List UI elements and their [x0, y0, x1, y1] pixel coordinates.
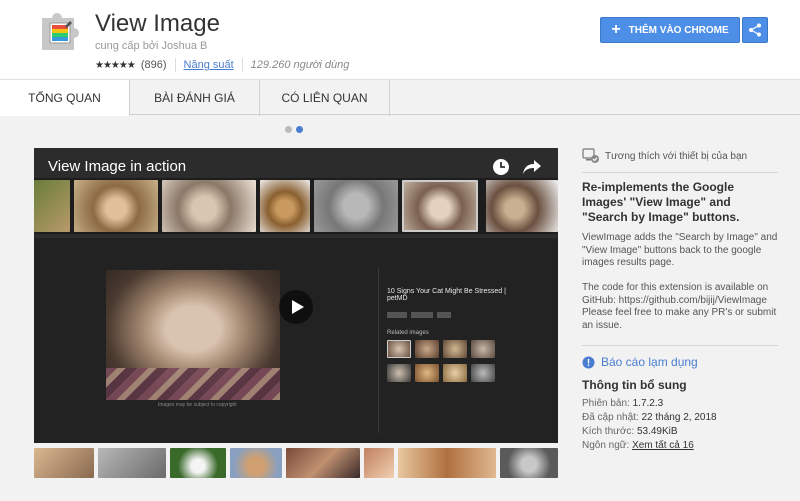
carousel-dot-2[interactable]	[296, 126, 303, 133]
share-video-icon[interactable]	[522, 158, 542, 176]
share-button[interactable]	[742, 17, 768, 43]
copyright-caption: Images may be subject to copyright	[158, 402, 237, 408]
category-link[interactable]: Năng suất	[184, 59, 234, 71]
device-check-icon	[582, 148, 599, 163]
additional-info-heading: Thông tin bổ sung	[582, 378, 687, 392]
user-count: 129.260 người dùng	[250, 59, 350, 71]
result-card: 10 Signs Your Cat Might Be Stressed | pe…	[378, 268, 528, 433]
languages-link[interactable]: Xem tất cả 16	[632, 440, 694, 451]
image-strip	[34, 178, 558, 234]
video-preview[interactable]: View Image in action Images may be subje…	[34, 148, 558, 443]
share-icon	[749, 23, 761, 37]
report-abuse-label: Báo cáo lạm dụng	[601, 355, 698, 369]
report-abuse-link[interactable]: Báo cáo lạm dụng	[582, 355, 698, 369]
divider	[582, 172, 778, 173]
puzzle-logo-icon	[42, 13, 79, 50]
add-to-chrome-button[interactable]: + THÊM VÀO CHROME	[600, 17, 740, 43]
updated-value: 22 tháng 2, 2018	[641, 412, 717, 423]
carousel-dot-1[interactable]	[285, 126, 292, 133]
divider	[241, 58, 243, 72]
divider	[174, 58, 176, 72]
offered-by: cung cấp bởi Joshua B	[95, 40, 208, 52]
related-label: Related images	[387, 330, 429, 336]
blanket-image	[106, 368, 280, 400]
tab-reviews[interactable]: BÀI ĐÁNH GIÁ	[130, 80, 260, 116]
extension-title: View Image	[95, 10, 220, 37]
updated-label: Đã cập nhật:	[582, 412, 639, 423]
watch-later-icon[interactable]	[492, 158, 510, 176]
extension-header: View Image cung cấp bởi Joshua B ★★★★★ (…	[0, 0, 800, 80]
version-label: Phiên bản:	[582, 398, 630, 409]
description-2: The code for this extension is available…	[582, 282, 777, 331]
rating-count[interactable]: (896)	[141, 59, 167, 71]
description-1: ViewImage adds the "Search by Image" and…	[582, 232, 778, 268]
result-title: 10 Signs Your Cat Might Be Stressed | pe…	[387, 288, 506, 302]
tab-related[interactable]: CÓ LIÊN QUAN	[260, 80, 390, 116]
compatibility-note: Tương thích với thiết bị của bạn	[582, 148, 747, 164]
version-value: 1.7.2.3	[632, 398, 664, 409]
tab-overview[interactable]: TỔNG QUAN	[0, 80, 130, 116]
language-label: Ngôn ngữ:	[582, 440, 630, 451]
meta-row: ★★★★★ (896) Năng suất 129.260 người dùng	[95, 58, 349, 72]
summary-text: Re-implements the Google Images' "View I…	[582, 180, 740, 224]
size-label: Kích thước:	[582, 426, 635, 437]
video-title: View Image in action	[48, 158, 187, 175]
size-row: Kích thước: 53.49KiB	[582, 426, 678, 437]
updated-row: Đã cập nhật: 22 tháng 2, 2018	[582, 412, 717, 423]
compatibility-text: Tương thích với thiết bị của bạn	[605, 150, 748, 162]
rating-stars-icon: ★★★★★	[95, 59, 136, 71]
language-row: Ngôn ngữ: Xem tất cả 16	[582, 440, 694, 451]
plus-icon: +	[611, 21, 621, 38]
size-value: 53.49KiB	[636, 426, 678, 437]
tab-bar: TỔNG QUAN BÀI ĐÁNH GIÁ CÓ LIÊN QUAN	[0, 80, 800, 116]
add-button-label: THÊM VÀO CHROME	[628, 24, 729, 36]
bottom-image-strip	[34, 444, 558, 478]
version-row: Phiên bản: 1.7.2.3	[582, 398, 663, 409]
info-alert-icon	[582, 356, 595, 368]
divider	[582, 345, 778, 346]
play-icon[interactable]	[278, 289, 314, 325]
